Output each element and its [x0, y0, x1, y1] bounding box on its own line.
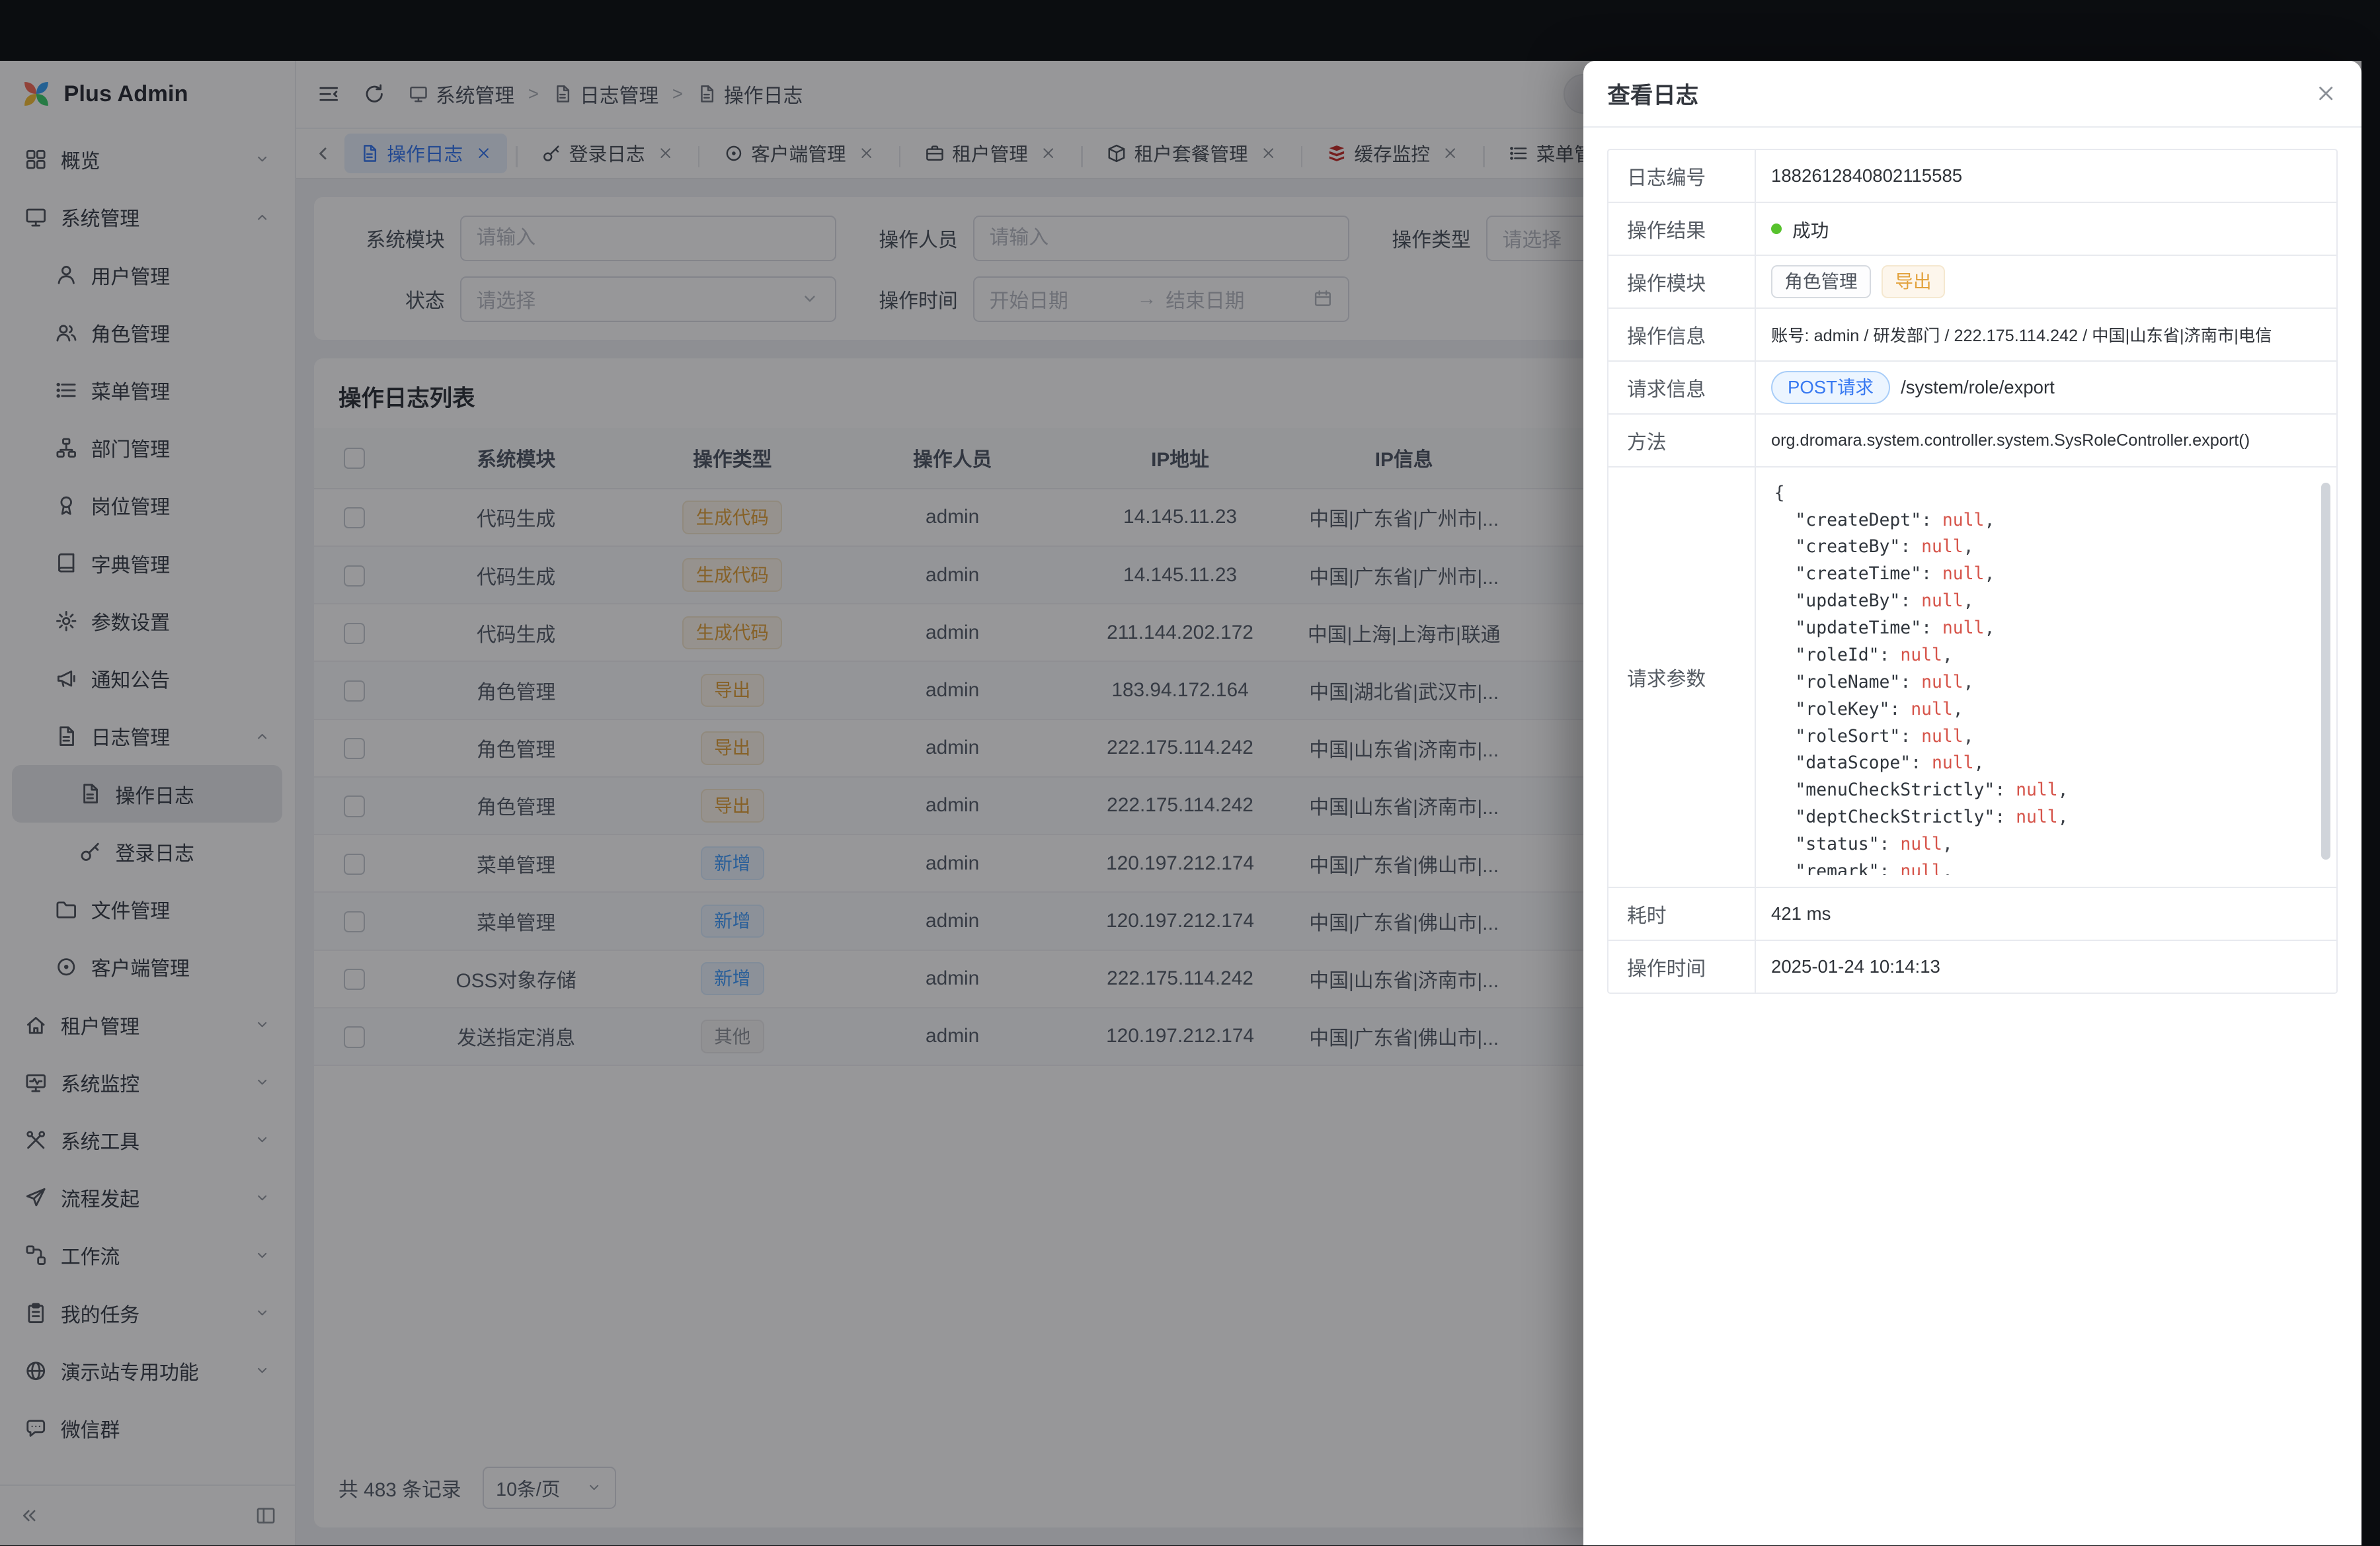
- desc-label: 请求参数: [1608, 468, 1756, 887]
- drawer-header: 查看日志: [1583, 61, 2362, 128]
- desc-value-text: 421 ms: [1771, 903, 1831, 924]
- desc-value: 1882612840802115585: [1756, 150, 2336, 202]
- desc-value-text: 账号: admin / 研发部门 / 222.175.114.242 / 中国|…: [1771, 323, 2272, 346]
- desc-value: 角色管理导出: [1756, 256, 2336, 307]
- desc-label: 请求信息: [1608, 362, 1756, 413]
- module-tag: 导出: [1882, 265, 1945, 299]
- desc-value: 2025-01-24 10:14:13: [1756, 941, 2336, 993]
- desc-value-text: org.dromara.system.controller.system.Sys…: [1771, 431, 2250, 450]
- desc-label: 操作信息: [1608, 309, 1756, 360]
- desc-label: 操作模块: [1608, 256, 1756, 307]
- desc-value: org.dromara.system.controller.system.Sys…: [1756, 415, 2336, 466]
- desc-row: 操作模块角色管理导出: [1608, 256, 2336, 309]
- drawer-body: 日志编号1882612840802115585操作结果成功操作模块角色管理导出操…: [1583, 128, 2362, 1545]
- desc-row: 耗时 421 ms: [1608, 888, 2336, 941]
- browser-scrollbar[interactable]: [2361, 0, 2380, 1545]
- desc-label: 操作时间: [1608, 941, 1756, 993]
- desc-label: 日志编号: [1608, 150, 1756, 202]
- request-url: /system/role/export: [1901, 377, 2055, 398]
- desc-label: 方法: [1608, 415, 1756, 466]
- json-code: { "createDept": null, "createBy": null, …: [1774, 480, 2315, 875]
- close-drawer-button[interactable]: [2315, 82, 2337, 104]
- desc-label: 操作结果: [1608, 203, 1756, 255]
- desc-row: 方法 org.dromara.system.controller.system.S…: [1608, 415, 2336, 468]
- status-text: 成功: [1792, 216, 1829, 242]
- close-icon: [2315, 82, 2337, 104]
- desc-row: 请求参数{ "createDept": null, "createBy": nu…: [1608, 468, 2336, 888]
- desc-value-text: 1882612840802115585: [1771, 165, 1962, 186]
- module-tag: 角色管理: [1771, 265, 1871, 299]
- code-scrollbar-thumb[interactable]: [2321, 483, 2330, 859]
- drawer-title: 查看日志: [1607, 77, 1698, 110]
- request-method-tag: POST请求: [1771, 371, 1890, 405]
- desc-value: POST请求/system/role/export: [1756, 362, 2336, 413]
- view-log-drawer: 查看日志 日志编号 1882612840802115585 操作结果 成功操作模块角色…: [1583, 61, 2362, 1545]
- desc-row: 操作信息账号: admin / 研发部门 / 222.175.114.242 /…: [1608, 309, 2336, 362]
- desc-value: 成功: [1756, 203, 2336, 255]
- success-status-dot: [1771, 224, 1782, 234]
- desc-row: 请求信息POST请求/system/role/export: [1608, 362, 2336, 415]
- desc-row: 操作结果 成功: [1608, 203, 2336, 256]
- browser-chrome-top: [0, 0, 2380, 61]
- request-params-block[interactable]: { "createDept": null, "createBy": null, …: [1756, 468, 2336, 887]
- desc-label: 耗时: [1608, 888, 1756, 940]
- desc-row: 操作时间 2025-01-24 10:14:13: [1608, 941, 2336, 993]
- screen: Plus Admin 概览系统管理用户管理角色管理菜单管理部门管理岗位管理字典管…: [0, 0, 2380, 1545]
- desc-row: 日志编号 1882612840802115585: [1608, 150, 2336, 203]
- desc-value: 421 ms: [1756, 888, 2336, 940]
- desc-value: 账号: admin / 研发部门 / 222.175.114.242 / 中国|…: [1756, 309, 2336, 360]
- log-detail-descriptions: 日志编号1882612840802115585操作结果成功操作模块角色管理导出操…: [1607, 149, 2337, 994]
- desc-value-text: 2025-01-24 10:14:13: [1771, 956, 1940, 977]
